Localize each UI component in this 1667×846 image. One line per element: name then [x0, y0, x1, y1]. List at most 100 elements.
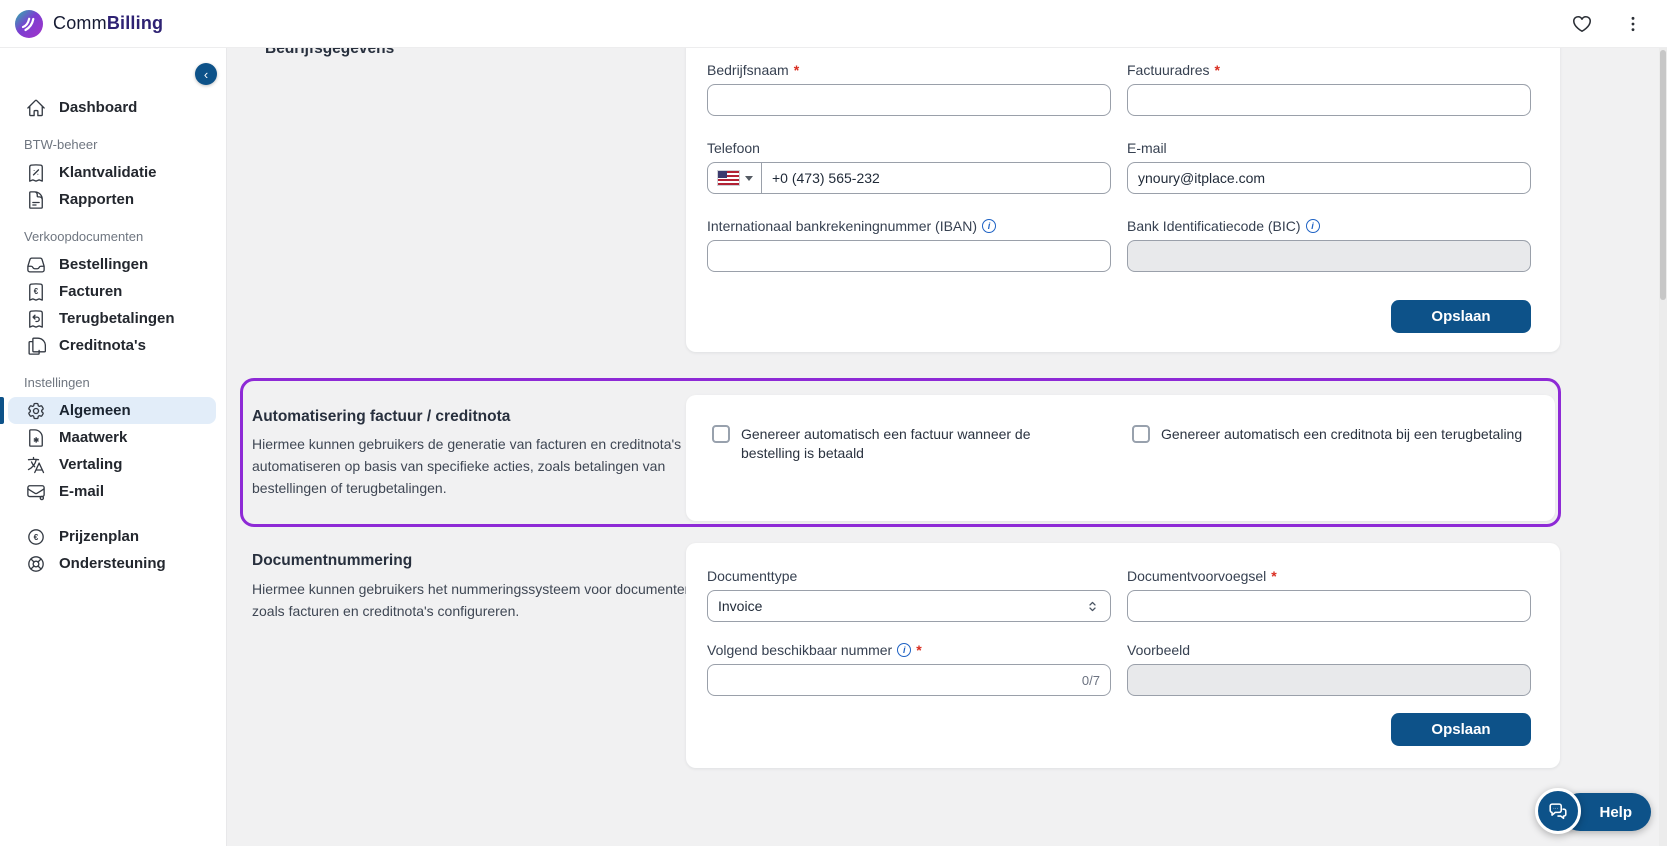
sidebar-item-rapporten[interactable]: Rapporten	[0, 186, 226, 213]
iban-input[interactable]	[707, 240, 1111, 272]
sidebar-item-label: Ondersteuning	[59, 555, 166, 572]
numbering-description-block: Documentnummering Hiermee kunnen gebruik…	[252, 553, 702, 622]
document-duplicate-icon	[26, 336, 46, 356]
sidebar-item-label: Facturen	[59, 283, 123, 300]
sidebar-item-email[interactable]: E-mail	[0, 478, 226, 505]
character-counter: 0/7	[1081, 672, 1100, 688]
factuuradres-input[interactable]	[1127, 84, 1531, 116]
required-marker: *	[1271, 568, 1277, 584]
receipt-percent-icon	[26, 163, 46, 183]
sidebar-item-label: E-mail	[59, 483, 105, 500]
field-telefoon: Telefoon +0 (473) 565-232	[707, 140, 1111, 194]
document-text-icon	[26, 190, 46, 210]
sidebar-item-terugbetalingen[interactable]: Terugbetalingen	[0, 305, 226, 332]
company-section-title: Bedrijfsgegevens	[265, 48, 395, 57]
numbering-card: Documenttype Invoice Documentvoorvoegsel…	[686, 543, 1560, 768]
email-input[interactable]: ynoury@itplace.com	[1127, 162, 1531, 194]
overflow-menu-button[interactable]	[1621, 12, 1645, 36]
company-card: Bedrijfsnaam * Factuuradres * Telefoon +…	[686, 48, 1560, 352]
documenttype-select[interactable]: Invoice	[707, 590, 1111, 622]
sidebar-item-algemeen[interactable]: Algemeen	[0, 397, 216, 424]
sidebar-item-label: Prijzenplan	[59, 528, 140, 545]
country-code-selector[interactable]	[708, 163, 762, 193]
info-icon[interactable]	[897, 643, 912, 657]
automation-card: Genereer automatisch een factuur wanneer…	[686, 395, 1555, 521]
required-marker: *	[793, 62, 800, 78]
sidebar-item-facturen[interactable]: € Facturen	[0, 278, 226, 305]
field-bedrijfsnaam: Bedrijfsnaam *	[707, 62, 1111, 116]
documenttype-value: Invoice	[718, 598, 763, 614]
voorvoegsel-label: Documentvoorvoegsel *	[1127, 568, 1277, 584]
main-content: Bedrijfsgegevens Bedrijfsnaam * Factuura…	[226, 48, 1667, 846]
nav-section-verkoopdocumenten: Verkoopdocumenten	[24, 229, 144, 244]
bic-input	[1127, 240, 1531, 272]
sidebar-item-vertaling[interactable]: Vertaling	[0, 451, 226, 478]
bedrijfsnaam-input[interactable]	[707, 84, 1111, 116]
sidebar-item-prijzenplan[interactable]: € Prijzenplan	[0, 523, 226, 550]
sidebar-item-label: Creditnota's	[59, 337, 146, 354]
numbering-section-title: Documentnummering	[252, 552, 413, 569]
home-icon	[26, 98, 46, 118]
us-flag-icon	[717, 170, 740, 186]
email-label: E-mail	[1127, 140, 1167, 156]
numbering-save-button[interactable]: Opslaan	[1391, 713, 1531, 746]
support-icon	[26, 554, 46, 574]
auto-creditnote-option[interactable]: Genereer automatisch een creditnota bij …	[1132, 425, 1535, 444]
sidebar-item-bestellingen[interactable]: Bestellingen	[0, 251, 226, 278]
voorvoegsel-input[interactable]	[1127, 590, 1531, 622]
telefoon-input[interactable]: +0 (473) 565-232	[707, 162, 1111, 194]
sidebar-item-label: Dashboard	[59, 99, 138, 116]
scrollbar-thumb[interactable]	[1660, 50, 1666, 300]
app-logo: CommBilling	[14, 9, 163, 39]
sidebar-item-label: Maatwerk	[59, 429, 128, 446]
voorbeeld-input	[1127, 664, 1531, 696]
mail-gear-icon	[26, 482, 46, 502]
email-value: ynoury@itplace.com	[1138, 170, 1266, 186]
auto-creditnote-checkbox[interactable]	[1132, 425, 1150, 443]
sidebar-item-label: Klantvalidatie	[59, 164, 157, 181]
documenttype-label: Documenttype	[707, 568, 798, 584]
favorite-heart-button[interactable]	[1569, 11, 1595, 37]
volgend-nummer-label: Volgend beschikbaar nummer *	[707, 642, 1111, 658]
receipt-euro-icon: €	[26, 282, 46, 302]
sidebar-item-ondersteuning[interactable]: Ondersteuning	[0, 550, 226, 577]
required-marker: *	[916, 642, 922, 658]
bedrijfsnaam-label: Bedrijfsnaam *	[707, 62, 800, 78]
sidebar-nav: Dashboard BTW-beheer Klantvalidatie Rapp…	[0, 48, 226, 577]
sidebar-item-dashboard[interactable]: Dashboard	[0, 94, 226, 121]
chevron-up-down-icon	[1085, 599, 1100, 614]
iban-label: Internationaal bankrekeningnummer (IBAN)	[707, 218, 1111, 234]
scrollbar-track[interactable]	[1659, 48, 1667, 846]
required-marker: *	[1214, 62, 1220, 78]
telefoon-label: Telefoon	[707, 140, 760, 156]
auto-creditnote-label: Genereer automatisch een creditnota bij …	[1161, 426, 1523, 442]
euro-circle-icon: €	[26, 527, 46, 547]
info-icon[interactable]	[982, 219, 997, 233]
app-header: CommBilling	[0, 0, 1667, 48]
language-icon	[26, 455, 46, 475]
sidebar-item-label: Algemeen	[59, 402, 131, 419]
caret-down-icon	[745, 175, 753, 181]
nav-section-instellingen: Instellingen	[24, 375, 90, 390]
brand-name: CommBilling	[53, 13, 164, 33]
automation-description-block: Automatisering factuur / creditnota Hier…	[252, 409, 698, 499]
sidebar-item-label: Bestellingen	[59, 256, 149, 273]
sidebar-item-label: Terugbetalingen	[59, 310, 175, 327]
document-gear-icon: ✱	[26, 428, 46, 448]
sidebar-item-klantvalidatie[interactable]: Klantvalidatie	[0, 159, 226, 186]
volgend-nummer-input[interactable]: 0/7	[707, 664, 1111, 696]
sidebar-item-maatwerk[interactable]: ✱ Maatwerk	[0, 424, 226, 451]
info-icon[interactable]	[1305, 219, 1320, 233]
automation-highlight-box: Automatisering factuur / creditnota Hier…	[240, 378, 1561, 527]
active-indicator-bar	[0, 397, 4, 424]
sidebar-item-creditnotas[interactable]: Creditnota's	[0, 332, 226, 359]
auto-invoice-checkbox[interactable]	[712, 425, 730, 443]
kebab-menu-icon	[1623, 14, 1643, 34]
help-button[interactable]: Help	[1535, 788, 1651, 834]
company-save-button[interactable]: Opslaan	[1391, 300, 1531, 333]
svg-text:€: €	[34, 532, 39, 542]
bic-label: Bank Identificatiecode (BIC)	[1127, 218, 1531, 234]
auto-invoice-option[interactable]: Genereer automatisch een factuur wanneer…	[712, 425, 1114, 463]
receipt-refund-icon	[26, 309, 46, 329]
